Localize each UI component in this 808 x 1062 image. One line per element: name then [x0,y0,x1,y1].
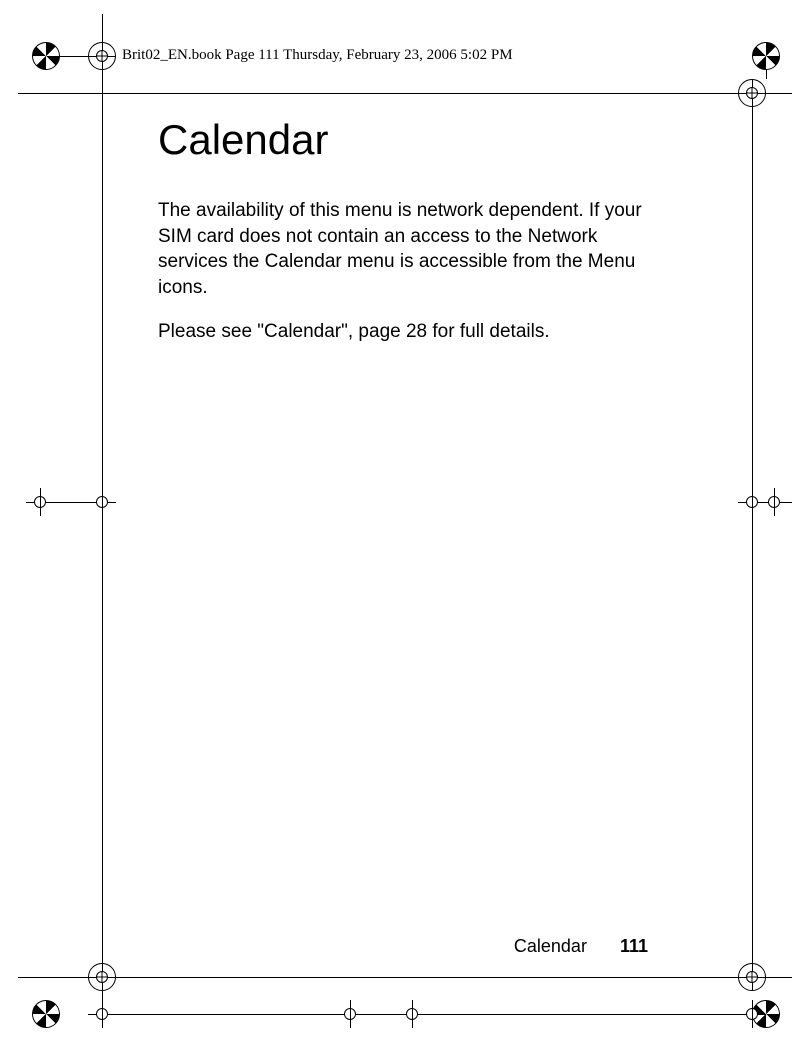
page-title: Calendar [158,116,648,164]
crop-line [18,977,738,978]
registration-pie-icon [752,42,780,70]
page-body: Calendar The availability of this menu i… [158,116,648,362]
crop-line [426,1014,738,1015]
crop-cross-icon [336,1000,364,1028]
crop-line [60,56,88,57]
crop-line [766,70,767,79]
paragraph: Please see "Calendar", page 28 for full … [158,319,648,345]
paragraph: The availability of this menu is network… [158,198,648,301]
crop-cross-icon [760,488,788,516]
crop-line [766,93,792,94]
crop-cross-icon [26,488,54,516]
registration-pie-icon [32,1000,60,1028]
crop-line [364,1014,398,1015]
crop-cross-icon [738,1000,766,1028]
crop-line [116,1014,336,1015]
crop-line [54,502,88,503]
crop-line [766,977,792,978]
crop-line [18,93,738,94]
registration-pie-icon [32,42,60,70]
footer-page-number: 111 [620,936,648,957]
registration-target-icon [88,963,116,991]
crop-line [752,79,753,991]
crop-cross-icon [88,1000,116,1028]
footer-section: Calendar [514,936,587,957]
document-header-meta: Brit02_EN.book Page 111 Thursday, Februa… [122,47,513,64]
crop-cross-icon [398,1000,426,1028]
page-footer: Calendar 111 [0,936,808,957]
crop-line [60,977,88,978]
crop-cross-icon [88,488,116,516]
